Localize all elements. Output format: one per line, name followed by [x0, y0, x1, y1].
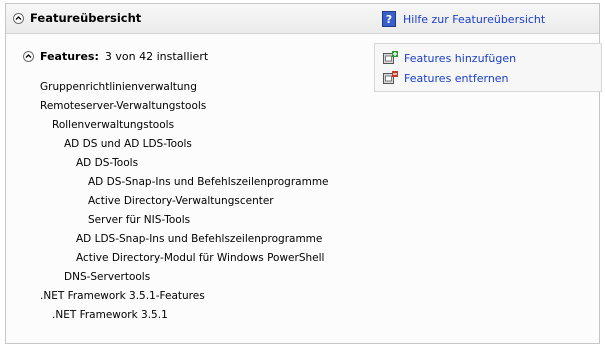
help-link[interactable]: ? Hilfe zur Featureübersicht: [382, 10, 545, 28]
collapse-summary-button[interactable]: [13, 13, 24, 24]
add-features-action[interactable]: Features hinzufügen: [383, 51, 516, 65]
feature-tree-item: .NET Framework 3.5.1: [52, 309, 168, 321]
feature-tree-item: DNS-Servertools: [64, 271, 151, 283]
feature-tree-item: Remoteserver-Verwaltungstools: [40, 100, 207, 112]
feature-tree-item: Active Directory-Modul für Windows Power…: [76, 252, 325, 264]
feature-tree-item: Server für NIS-Tools: [88, 214, 191, 226]
features-section-title: Features:: [40, 50, 99, 63]
help-link-label[interactable]: Hilfe zur Featureübersicht: [403, 13, 545, 26]
feature-tree-item: AD DS-Tools: [76, 157, 139, 169]
remove-features-link[interactable]: Features entfernen: [404, 72, 509, 85]
feature-tree-item: .NET Framework 3.5.1-Features: [40, 290, 205, 302]
feature-tree-item: Gruppenrichtlinienverwaltung: [40, 81, 197, 93]
feature-tree-item: AD DS-Snap-Ins und Befehlszeilenprogramm…: [88, 176, 329, 188]
feature-summary-panel: Featureübersicht ? Hilfe zur Featureüber…: [5, 3, 602, 344]
remove-features-action[interactable]: Features entfernen: [383, 71, 509, 85]
collapse-features-button[interactable]: [23, 51, 34, 62]
add-feature-icon: [383, 51, 398, 65]
feature-tree-item: Active Directory-Verwaltungscenter: [88, 195, 274, 207]
actions-box: Features hinzufügen Features entfernen: [374, 43, 602, 92]
feature-tree-item: Rollenverwaltungstools: [52, 119, 175, 131]
features-section-header: Features: 3 von 42 installiert: [23, 50, 208, 63]
remove-feature-icon: [383, 71, 398, 85]
help-icon: ?: [382, 11, 396, 27]
panel-title: Featureübersicht: [30, 11, 142, 25]
add-features-link[interactable]: Features hinzufügen: [404, 52, 516, 65]
chevron-up-icon: [25, 54, 32, 58]
panel-header: Featureübersicht ? Hilfe zur Featureüber…: [6, 4, 599, 34]
feature-tree-item: AD LDS-Snap-Ins und Befehlszeilenprogram…: [76, 233, 323, 245]
chevron-up-icon: [15, 16, 22, 20]
installed-count: 3 von 42 installiert: [104, 50, 209, 63]
feature-tree-item: AD DS und AD LDS-Tools: [64, 138, 192, 150]
